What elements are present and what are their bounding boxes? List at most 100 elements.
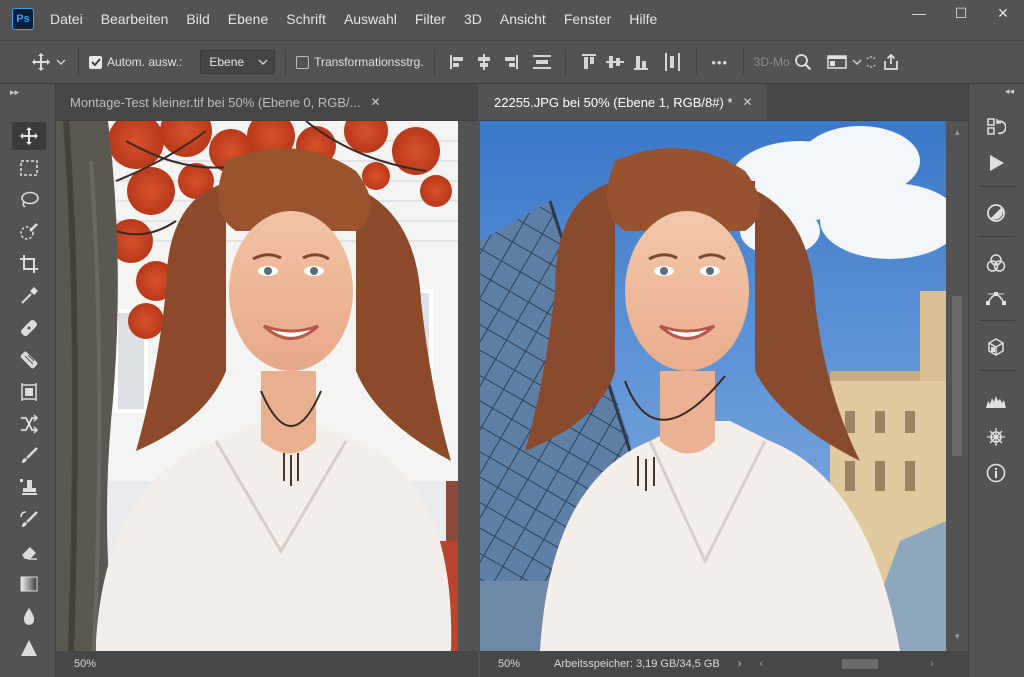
blur-tool-icon[interactable]	[12, 602, 46, 630]
actions-play-icon[interactable]	[981, 150, 1011, 176]
scratch-disk-info: Arbeitsspeicher: 3,19 GB/34,5 GB	[554, 658, 720, 670]
scroll-left-arrow-icon[interactable]: ‹	[759, 658, 763, 670]
sharpen-tool-icon[interactable]	[12, 634, 46, 662]
3d-panel-icon[interactable]	[981, 334, 1011, 360]
align-top-icon[interactable]	[576, 49, 602, 75]
separator	[979, 320, 1015, 321]
menu-bearbeiten[interactable]: Bearbeiten	[101, 11, 169, 27]
close-tab-icon[interactable]: ✕	[370, 95, 380, 109]
maximize-button[interactable]: ☐	[940, 0, 982, 26]
document-tab-title: Montage-Test kleiner.tif bei 50% (Ebene …	[70, 94, 361, 110]
scroll-up-arrow-icon[interactable]: ▴	[955, 127, 960, 138]
cloud-sync-icon[interactable]	[864, 49, 878, 75]
distribute-vertical-icon[interactable]	[529, 49, 555, 75]
menu-3d[interactable]: 3D	[464, 11, 482, 27]
montage-photo	[56, 121, 458, 651]
close-button[interactable]: ✕	[982, 0, 1024, 26]
align-middle-vertical-icon[interactable]	[602, 49, 628, 75]
document-canvas-1[interactable]	[56, 121, 458, 651]
checkbox-unchecked-icon	[296, 55, 310, 69]
photoshop-window: Ps Datei Bearbeiten Bild Ebene Schrift A…	[0, 0, 1024, 677]
chevron-down-icon[interactable]	[54, 49, 68, 75]
quick-selection-tool-icon[interactable]	[12, 218, 46, 246]
move-tool-preset-icon[interactable]	[28, 49, 54, 75]
status-menu-arrow-icon[interactable]: ›	[738, 658, 742, 670]
minimize-button[interactable]: —	[898, 0, 940, 26]
chevron-down-icon[interactable]	[850, 49, 864, 75]
menu-hilfe[interactable]: Hilfe	[629, 11, 657, 27]
separator	[979, 236, 1015, 237]
photoshop-logo: Ps	[12, 8, 34, 30]
color-panel-icon[interactable]	[981, 250, 1011, 276]
transform-controls-checkbox[interactable]: Transformationsstrg.	[296, 55, 424, 69]
zoom-level[interactable]: 50%	[74, 658, 96, 670]
move-tool-icon[interactable]	[12, 122, 46, 150]
menu-ebene[interactable]: Ebene	[228, 11, 268, 27]
separator	[695, 49, 697, 75]
histogram-panel-icon[interactable]	[981, 388, 1011, 414]
panel-expand-icon[interactable]: ◂◂	[1005, 86, 1014, 97]
more-options-button[interactable]: •••	[707, 49, 733, 75]
panel-collapse-icon[interactable]: ▸▸	[0, 84, 55, 100]
healing-brush-tool-icon[interactable]	[12, 314, 46, 342]
content-aware-icon[interactable]	[12, 378, 46, 406]
workspace-icon[interactable]	[824, 49, 850, 75]
distribute-horizontal-icon[interactable]	[660, 49, 686, 75]
search-icon[interactable]	[790, 49, 816, 75]
align-bottom-icon[interactable]	[628, 49, 654, 75]
document-tab-bar: 22255.JPG bei 50% (Ebene 1, RGB/8#) * ✕	[480, 84, 968, 120]
menu-auswahl[interactable]: Auswahl	[344, 11, 397, 27]
marquee-tool-icon[interactable]	[12, 154, 46, 182]
louvre-photo	[480, 121, 946, 651]
checkbox-checked-icon	[89, 55, 102, 69]
horizontal-scrollbar-thumb[interactable]	[842, 659, 878, 669]
patch-tool-icon[interactable]	[12, 346, 46, 374]
menu-filter[interactable]: Filter	[415, 11, 446, 27]
auto-select-target-dropdown[interactable]: Ebene	[200, 50, 276, 74]
align-right-icon[interactable]	[497, 49, 523, 75]
scroll-down-arrow-icon[interactable]: ▾	[955, 631, 960, 642]
menu-bild[interactable]: Bild	[186, 11, 209, 27]
menu-fenster[interactable]: Fenster	[564, 11, 611, 27]
gradient-tool-icon[interactable]	[12, 570, 46, 598]
auto-select-checkbox[interactable]: Autom. ausw.:	[89, 55, 182, 69]
chevron-down-icon	[258, 59, 268, 65]
vertical-scrollbar-1[interactable]	[458, 121, 478, 651]
menu-bar: Ps Datei Bearbeiten Bild Ebene Schrift A…	[0, 0, 1024, 38]
eraser-tool-icon[interactable]	[12, 538, 46, 566]
document-window-1: Montage-Test kleiner.tif bei 50% (Ebene …	[56, 84, 478, 677]
navigator-panel-icon[interactable]	[981, 424, 1011, 450]
lasso-tool-icon[interactable]	[12, 186, 46, 214]
clone-stamp-tool-icon[interactable]	[12, 474, 46, 502]
menu-schrift[interactable]: Schrift	[286, 11, 326, 27]
share-icon[interactable]	[878, 49, 904, 75]
separator	[564, 49, 566, 75]
menu-datei[interactable]: Datei	[50, 11, 83, 27]
eyedropper-tool-icon[interactable]	[12, 282, 46, 310]
close-tab-icon[interactable]: ✕	[742, 95, 752, 109]
auto-select-target-value: Ebene	[209, 55, 245, 69]
history-panel-icon[interactable]	[981, 114, 1011, 140]
align-center-horizontal-icon[interactable]	[471, 49, 497, 75]
transform-controls-label: Transformationsstrg.	[314, 55, 424, 69]
transform-tool-icon[interactable]	[12, 410, 46, 438]
adjustments-panel-icon[interactable]	[981, 200, 1011, 226]
crop-tool-icon[interactable]	[12, 250, 46, 278]
info-panel-icon[interactable]	[981, 460, 1011, 486]
vertical-scrollbar-2[interactable]: ▴ ▾	[946, 121, 968, 651]
document-tab-1[interactable]: Montage-Test kleiner.tif bei 50% (Ebene …	[56, 84, 395, 120]
history-brush-tool-icon[interactable]	[12, 506, 46, 534]
document-tab-2[interactable]: 22255.JPG bei 50% (Ebene 1, RGB/8#) * ✕	[480, 84, 767, 120]
document-window-2: 22255.JPG bei 50% (Ebene 1, RGB/8#) * ✕	[480, 84, 968, 677]
document-canvas-2[interactable]	[480, 121, 946, 651]
menu-ansicht[interactable]: Ansicht	[500, 11, 546, 27]
scrollbar-thumb[interactable]	[952, 296, 962, 456]
separator	[285, 49, 287, 75]
status-bar-1: 50%	[56, 651, 478, 677]
brush-tool-icon[interactable]	[12, 442, 46, 470]
scroll-right-arrow-icon[interactable]: ›	[930, 658, 934, 670]
align-left-icon[interactable]	[445, 49, 471, 75]
3d-mode-label[interactable]: 3D-Mo	[754, 55, 790, 69]
paths-panel-icon[interactable]	[981, 284, 1011, 310]
zoom-level[interactable]: 50%	[498, 658, 520, 670]
